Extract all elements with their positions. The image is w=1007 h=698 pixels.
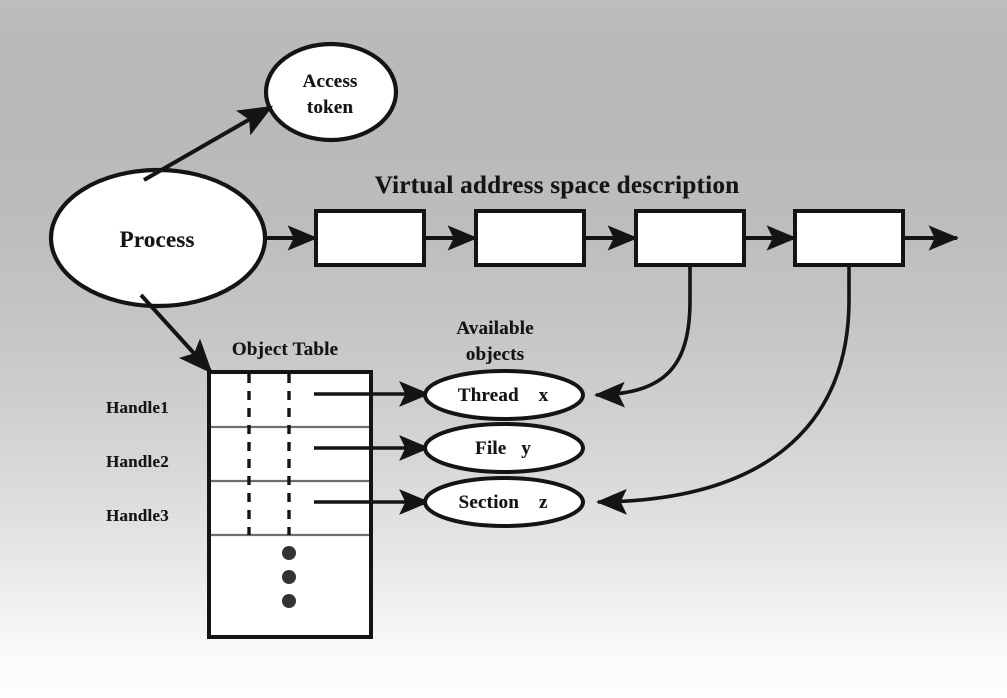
vas-box-1: [314, 209, 426, 267]
ellipsis-dot: [282, 594, 296, 608]
object-node-label-thread: Thread x: [457, 385, 549, 406]
vas-box-4: [793, 209, 905, 267]
diagram-canvas: Virtual address space description Proces…: [0, 0, 1007, 698]
object-table-caption: Object Table: [231, 339, 339, 360]
available-objects-caption-line2: objects: [465, 344, 525, 365]
access-token-label-line2: token: [306, 97, 354, 118]
process-node-label: Process: [119, 227, 195, 252]
page-title: Virtual address space description: [374, 172, 740, 199]
vas-box-3: [634, 209, 746, 267]
handle-label-1: Handle1: [106, 398, 169, 417]
object-node-label-section: Section z: [458, 492, 548, 513]
handle-label-3: Handle3: [106, 506, 169, 525]
edge-vas-box-3-to-thread: [593, 265, 692, 408]
ellipsis-dot: [282, 570, 296, 584]
object-node-label-file: File y: [475, 438, 531, 459]
edge-vas-box-4-to-section: [595, 265, 851, 515]
ellipsis-dot: [282, 546, 296, 560]
access-token-label-line1: Access: [302, 71, 358, 92]
edge-process-to-access-token: [143, 105, 273, 182]
handle-label-2: Handle2: [106, 452, 169, 471]
vas-box-2: [474, 209, 586, 267]
available-objects-caption-line1: Available: [456, 318, 534, 339]
